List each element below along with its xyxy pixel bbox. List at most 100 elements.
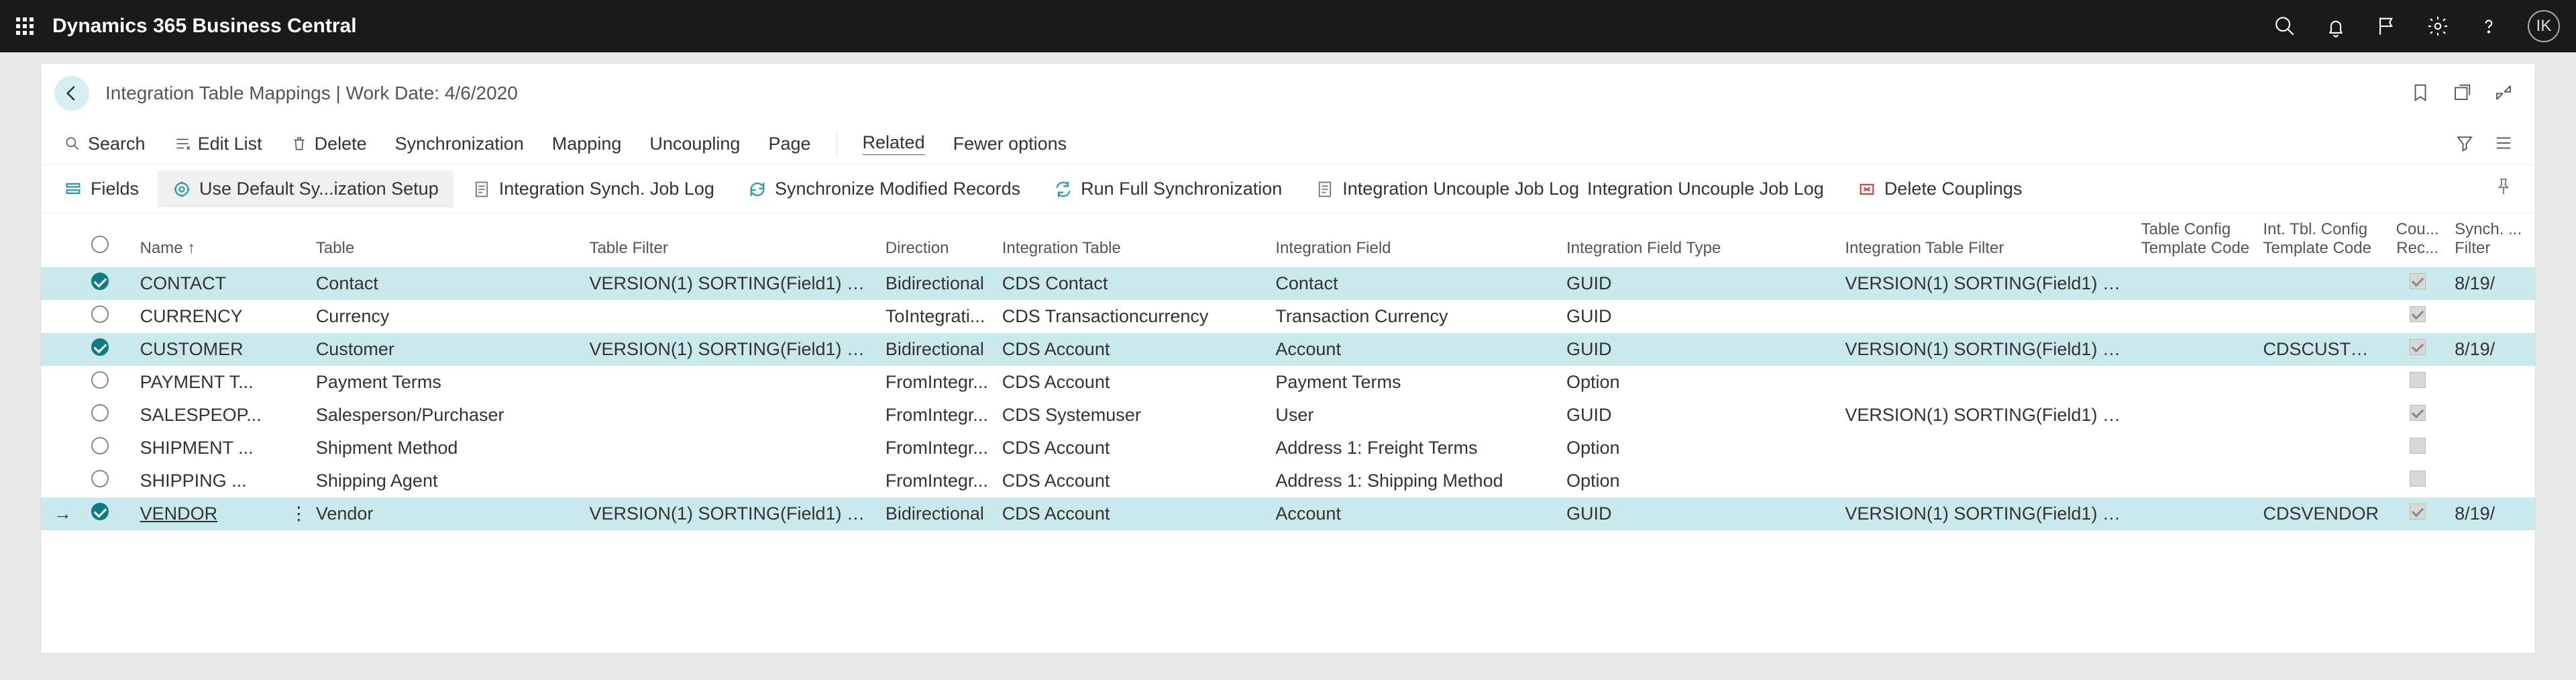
table-row[interactable]: → VENDOR ⋮ Vendor VERSION(1) SORTING(Fie…: [41, 497, 2535, 530]
cell-name[interactable]: SHIPMENT ...: [133, 432, 283, 465]
row-select[interactable]: [85, 333, 133, 366]
cell-integration-field-type[interactable]: Option: [1560, 465, 1838, 497]
cell-synch-filter[interactable]: [2448, 465, 2535, 497]
table-row[interactable]: → CONTACT ⋮ Contact VERSION(1) SORTING(F…: [41, 267, 2535, 300]
col-integration-table[interactable]: Integration Table: [996, 213, 1269, 267]
row-menu-icon[interactable]: ⋮: [283, 497, 309, 530]
row-select[interactable]: [85, 300, 133, 333]
cell-table-config-template[interactable]: [2135, 267, 2257, 300]
cell-integration-table[interactable]: CDS Account: [996, 333, 1269, 366]
synchronize-modified-action[interactable]: Synchronize Modified Records: [733, 171, 1035, 207]
cell-integration-field[interactable]: User: [1269, 399, 1560, 432]
col-table-filter[interactable]: Table Filter: [582, 213, 878, 267]
filter-icon[interactable]: [2455, 133, 2476, 154]
cell-synch-filter[interactable]: 8/19/: [2448, 333, 2535, 366]
cell-integration-field-type[interactable]: GUID: [1560, 267, 1838, 300]
cell-table-config-template[interactable]: [2135, 465, 2257, 497]
cell-integration-field-type[interactable]: GUID: [1560, 497, 1838, 530]
table-row[interactable]: → SALESPEOP... ⋮ Salesperson/Purchaser F…: [41, 399, 2535, 432]
pin-icon[interactable]: [2493, 177, 2527, 201]
cell-synch-filter[interactable]: 8/19/: [2448, 497, 2535, 530]
cell-name[interactable]: CURRENCY: [133, 300, 283, 333]
cell-direction[interactable]: FromIntegr...: [879, 399, 996, 432]
col-couple-records[interactable]: Cou... Rec...: [2387, 213, 2448, 267]
integration-synch-job-log-action[interactable]: Integration Synch. Job Log: [458, 171, 729, 207]
col-direction[interactable]: Direction: [879, 213, 996, 267]
app-launcher-icon[interactable]: [16, 17, 34, 35]
cell-integration-field[interactable]: Transaction Currency: [1269, 300, 1560, 333]
cell-direction[interactable]: Bidirectional: [879, 267, 996, 300]
row-select[interactable]: [85, 399, 133, 432]
cell-integration-table[interactable]: CDS Account: [996, 497, 1269, 530]
cell-int-tbl-config-template[interactable]: [2256, 267, 2387, 300]
cell-table-filter[interactable]: [582, 399, 878, 432]
cell-direction[interactable]: FromIntegr...: [879, 366, 996, 399]
cell-table[interactable]: Payment Terms: [309, 366, 583, 399]
cell-table-filter[interactable]: VERSION(1) SORTING(Field1) W...: [582, 333, 878, 366]
cell-table-filter[interactable]: [582, 300, 878, 333]
cell-integration-field[interactable]: Contact: [1269, 267, 1560, 300]
search-action[interactable]: Search: [61, 130, 148, 158]
col-integration-field-type[interactable]: Integration Field Type: [1560, 213, 1838, 267]
cell-table-config-template[interactable]: [2135, 333, 2257, 366]
cell-integration-field[interactable]: Account: [1269, 497, 1560, 530]
related-menu[interactable]: Related: [860, 128, 928, 159]
cell-table[interactable]: Shipping Agent: [309, 465, 583, 497]
cell-name[interactable]: PAYMENT T...: [133, 366, 283, 399]
cell-couple-records[interactable]: [2387, 399, 2448, 432]
gear-icon[interactable]: [2426, 14, 2450, 38]
cell-couple-records[interactable]: [2387, 432, 2448, 465]
cell-table-config-template[interactable]: [2135, 366, 2257, 399]
row-select[interactable]: [85, 465, 133, 497]
cell-int-tbl-config-template[interactable]: CDSCUSTOME: [2256, 333, 2387, 366]
cell-int-tbl-config-template[interactable]: CDSVENDOR: [2256, 497, 2387, 530]
cell-integration-table-filter[interactable]: [1838, 465, 2134, 497]
row-menu-icon[interactable]: ⋮: [283, 267, 309, 300]
cell-integration-table[interactable]: CDS Contact: [996, 267, 1269, 300]
table-row[interactable]: → SHIPPING ... ⋮ Shipping Agent FromInte…: [41, 465, 2535, 497]
row-select[interactable]: [85, 267, 133, 300]
cell-table-filter[interactable]: [582, 465, 878, 497]
bell-icon[interactable]: [2324, 14, 2348, 38]
cell-integration-table-filter[interactable]: VERSION(1) SORTING(Field1) W...: [1838, 497, 2134, 530]
cell-synch-filter[interactable]: [2448, 432, 2535, 465]
table-row[interactable]: → SHIPMENT ... ⋮ Shipment Method FromInt…: [41, 432, 2535, 465]
row-menu-icon[interactable]: ⋮: [283, 333, 309, 366]
col-int-tbl-config-template[interactable]: Int. Tbl. Config Template Code: [2256, 213, 2387, 267]
table-row[interactable]: → CUSTOMER ⋮ Customer VERSION(1) SORTING…: [41, 333, 2535, 366]
run-full-sync-action[interactable]: Run Full Synchronization: [1039, 171, 1297, 207]
cell-integration-field-type[interactable]: GUID: [1560, 399, 1838, 432]
cell-integration-field[interactable]: Address 1: Shipping Method: [1269, 465, 1560, 497]
cell-direction[interactable]: Bidirectional: [879, 497, 996, 530]
cell-int-tbl-config-template[interactable]: [2256, 465, 2387, 497]
uncoupling-menu[interactable]: Uncoupling: [647, 130, 743, 158]
cell-synch-filter[interactable]: [2448, 300, 2535, 333]
cell-direction[interactable]: FromIntegr...: [879, 465, 996, 497]
row-select[interactable]: [85, 497, 133, 530]
user-avatar[interactable]: IK: [2528, 10, 2560, 42]
flag-icon[interactable]: [2375, 14, 2399, 38]
cell-integration-table[interactable]: CDS Account: [996, 432, 1269, 465]
select-all-header[interactable]: [85, 213, 133, 267]
cell-table[interactable]: Customer: [309, 333, 583, 366]
cell-int-tbl-config-template[interactable]: [2256, 399, 2387, 432]
row-menu-icon[interactable]: ⋮: [283, 399, 309, 432]
cell-integration-table-filter[interactable]: [1838, 366, 2134, 399]
cell-integration-field-type[interactable]: GUID: [1560, 333, 1838, 366]
row-select[interactable]: [85, 366, 133, 399]
cell-integration-field-type[interactable]: Option: [1560, 366, 1838, 399]
row-menu-icon[interactable]: ⋮: [283, 366, 309, 399]
cell-name[interactable]: VENDOR: [133, 497, 283, 530]
cell-table-filter[interactable]: VERSION(1) SORTING(Field1) W...: [582, 497, 878, 530]
back-button[interactable]: [54, 76, 89, 111]
cell-integration-table-filter[interactable]: VERSION(1) SORTING(Field1) W...: [1838, 333, 2134, 366]
delete-action[interactable]: Delete: [288, 130, 370, 158]
cell-integration-table-filter[interactable]: [1838, 432, 2134, 465]
row-menu-icon[interactable]: ⋮: [283, 300, 309, 333]
cell-table-config-template[interactable]: [2135, 432, 2257, 465]
cell-int-tbl-config-template[interactable]: [2256, 300, 2387, 333]
table-row[interactable]: → PAYMENT T... ⋮ Payment Terms FromInteg…: [41, 366, 2535, 399]
cell-couple-records[interactable]: [2387, 497, 2448, 530]
cell-table[interactable]: Salesperson/Purchaser: [309, 399, 583, 432]
cell-table[interactable]: Vendor: [309, 497, 583, 530]
